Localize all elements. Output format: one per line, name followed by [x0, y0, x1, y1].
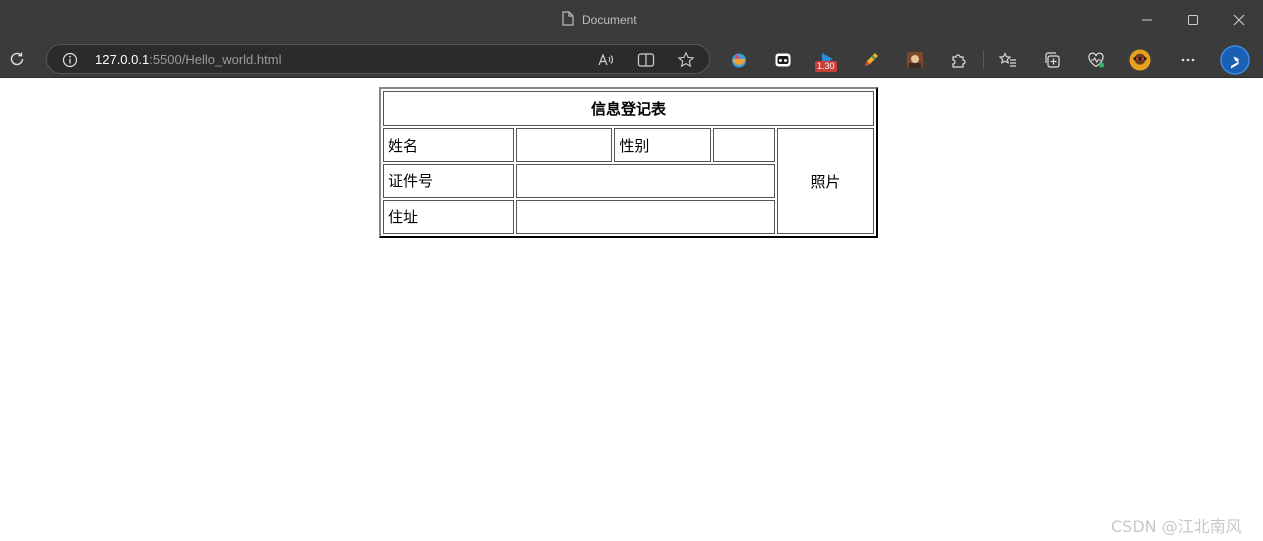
photo-cell: 照片 [776, 128, 874, 234]
toolbar-divider [983, 50, 984, 68]
address-value-cell [516, 199, 775, 234]
title-bar: Document [0, 0, 1263, 40]
page-content: 信息登记表 姓名 性别 照片 证件号 住址 [0, 79, 1263, 541]
id-label-cell: 证件号 [383, 164, 515, 198]
gender-value-cell [713, 128, 775, 162]
document-icon [562, 11, 574, 29]
extension-avatar-icon[interactable] [904, 49, 926, 71]
url-text[interactable]: 127.0.0.1:5500/Hello_world.html [95, 52, 281, 67]
profile-avatar[interactable] [1129, 49, 1151, 71]
collections-icon[interactable] [1041, 49, 1063, 71]
info-icon[interactable] [61, 51, 79, 69]
name-value-cell [516, 128, 613, 162]
maximize-button[interactable] [1181, 8, 1205, 32]
url-host: 127.0.0.1 [95, 52, 150, 67]
url-path: :5500/Hello_world.html [149, 52, 282, 67]
table-title: 信息登记表 [383, 91, 874, 127]
extension-bowl-icon[interactable] [728, 49, 750, 71]
refresh-button[interactable] [6, 48, 28, 70]
registration-table: 信息登记表 姓名 性别 照片 证件号 住址 [379, 87, 878, 238]
address-bar[interactable]: 127.0.0.1:5500/Hello_world.html [46, 44, 710, 74]
more-options-icon[interactable] [1177, 49, 1199, 71]
browser-essentials-icon[interactable] [1085, 49, 1107, 71]
browser-toolbar: 127.0.0.1:5500/Hello_world.html [0, 40, 1263, 78]
split-screen-icon[interactable] [636, 50, 656, 70]
address-label-cell: 住址 [383, 199, 515, 234]
bing-copilot-icon[interactable] [1219, 44, 1251, 76]
close-button[interactable] [1227, 8, 1251, 32]
read-aloud-icon[interactable] [596, 50, 616, 70]
gender-label-cell: 性别 [614, 128, 712, 162]
window-title: Document [562, 11, 637, 29]
name-label-cell: 姓名 [383, 128, 515, 162]
extension-pencil-icon[interactable] [860, 49, 882, 71]
csdn-watermark: CSDN @江北南风 [1111, 517, 1242, 536]
extension-robot-icon[interactable] [772, 49, 794, 71]
favorites-icon[interactable] [997, 49, 1019, 71]
id-value-cell [516, 164, 775, 198]
window-title-text: Document [582, 13, 637, 27]
extension-badge: 1.30 [815, 61, 837, 72]
refresh-icon [10, 52, 24, 66]
favorite-star-icon[interactable] [676, 50, 696, 70]
minimize-button[interactable] [1135, 8, 1159, 32]
extensions-puzzle-icon[interactable] [948, 49, 970, 71]
